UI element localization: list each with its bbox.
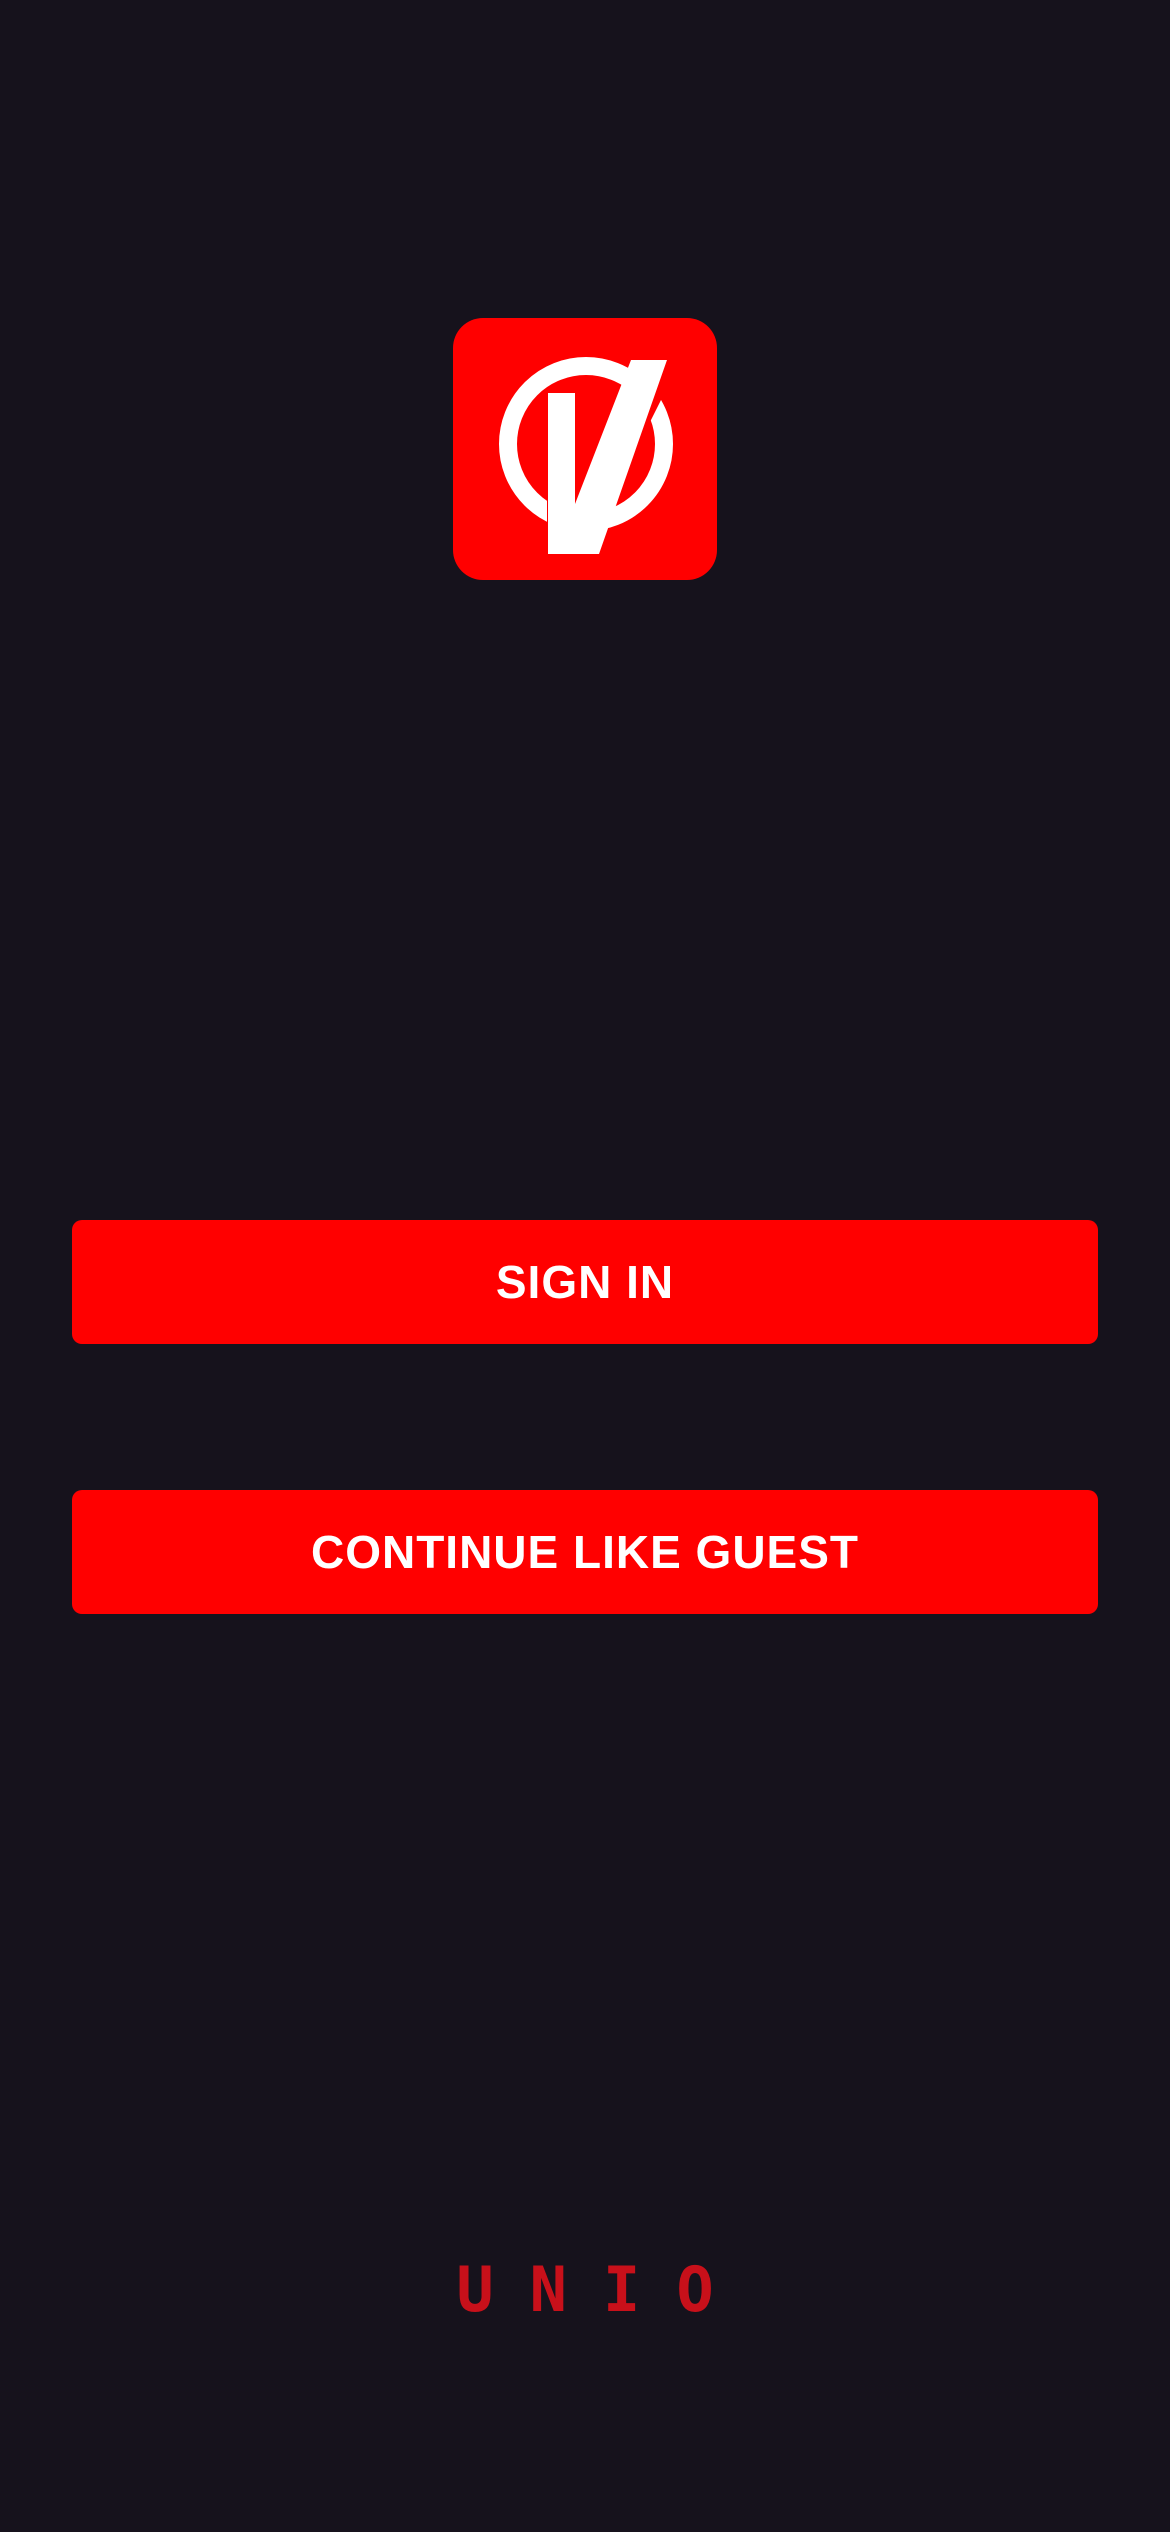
sign-in-button[interactable]: SIGN IN [72,1220,1098,1344]
app-logo [453,318,717,580]
continue-as-guest-label: CONTINUE LIKE GUEST [310,1526,860,1578]
brand-wordmark: UNIO [456,2253,750,2326]
welcome-screen: SIGN IN CONTINUE LIKE GUEST UNIO [0,0,1170,2532]
continue-as-guest-button[interactable]: CONTINUE LIKE GUEST [72,1490,1098,1614]
sign-in-label: SIGN IN [495,1256,675,1308]
unio-logo-icon [499,356,683,554]
